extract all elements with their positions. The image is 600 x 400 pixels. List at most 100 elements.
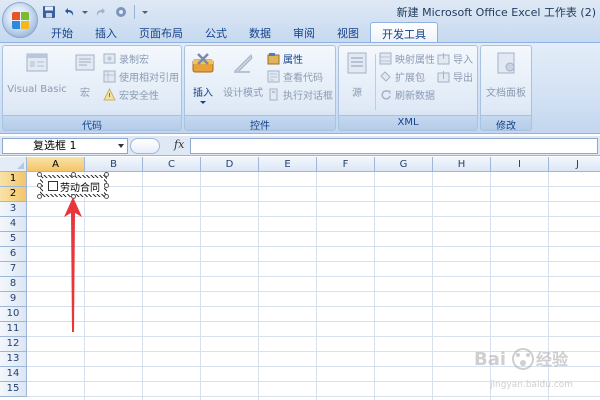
row-header-4[interactable]: 4 — [0, 217, 27, 232]
macro-security-button[interactable]: 宏安全性 — [103, 86, 159, 102]
tab-home[interactable]: 开始 — [40, 22, 84, 42]
redo-icon[interactable] — [94, 5, 108, 19]
refresh-data-button[interactable]: 刷新数据 — [379, 86, 435, 102]
resize-handle-top-left[interactable] — [37, 172, 42, 177]
office-button[interactable] — [2, 2, 38, 38]
formula-input[interactable] — [190, 138, 598, 154]
checkbox-square[interactable] — [48, 181, 58, 191]
record-macro-button[interactable]: 录制宏 — [103, 50, 149, 66]
row-header-6[interactable]: 6 — [0, 247, 27, 262]
xml-separator — [375, 54, 376, 110]
ribbon-tabs: 开始 插入 页面布局 公式 数据 审阅 视图 开发工具 — [40, 22, 438, 42]
row-gridline — [27, 231, 600, 232]
svg-text:Bai: Bai — [474, 349, 506, 370]
macro-button[interactable]: 宏 — [69, 50, 101, 99]
column-header-i[interactable]: I — [491, 157, 549, 172]
relative-reference-icon — [103, 70, 116, 83]
row-header-9[interactable]: 9 — [0, 292, 27, 307]
tab-view[interactable]: 视图 — [326, 22, 370, 42]
resize-handle-left[interactable] — [37, 183, 42, 188]
export-button[interactable]: 导出 — [437, 68, 473, 84]
run-dialog-label: 执行对话框 — [283, 90, 333, 102]
group-xml-label: XML — [339, 115, 477, 130]
column-header-g[interactable]: G — [375, 157, 433, 172]
group-controls: 插入 设计模式 属性 查看代码 执行对话框 控件 — [184, 45, 336, 132]
properties-button[interactable]: 属性 — [267, 50, 303, 66]
column-header-h[interactable]: H — [433, 157, 491, 172]
select-all-corner[interactable] — [0, 157, 27, 172]
macro-icon — [72, 50, 98, 76]
xml-source-button[interactable]: 源 — [341, 50, 373, 99]
undo-dropdown-icon[interactable] — [82, 5, 88, 19]
name-box-dropdown-icon[interactable] — [118, 144, 124, 148]
map-properties-icon — [379, 52, 392, 65]
row-gridline — [27, 246, 600, 247]
tab-insert[interactable]: 插入 — [84, 22, 128, 42]
visual-basic-icon — [24, 50, 50, 76]
document-panel-button[interactable]: 文档面板 — [482, 50, 530, 99]
row-header-5[interactable]: 5 — [0, 232, 27, 247]
expansion-pack-button[interactable]: 扩展包 — [379, 68, 425, 84]
select-all-icon — [17, 162, 24, 169]
run-dialog-button[interactable]: 执行对话框 — [267, 86, 333, 102]
red-arrow-annotation — [64, 197, 82, 332]
formula-bar-expand-icon[interactable] — [130, 138, 160, 154]
tab-data[interactable]: 数据 — [238, 22, 282, 42]
design-mode-label: 设计模式 — [223, 88, 263, 99]
group-code-label: 代码 — [3, 115, 181, 132]
resize-handle-top[interactable] — [71, 172, 76, 177]
column-header-c[interactable]: C — [143, 157, 201, 172]
row-header-13[interactable]: 13 — [0, 352, 27, 367]
column-header-b[interactable]: B — [85, 157, 143, 172]
row-header-8[interactable]: 8 — [0, 277, 27, 292]
row-header-7[interactable]: 7 — [0, 262, 27, 277]
title-bar: 新建 Microsoft Office Excel 工作表 (2) 开始 插入 … — [0, 0, 600, 42]
resize-handle-right[interactable] — [104, 183, 109, 188]
window-title: 新建 Microsoft Office Excel 工作表 (2) — [396, 6, 596, 19]
import-label: 导入 — [453, 54, 473, 66]
document-panel-label: 文档面板 — [486, 88, 526, 99]
toolbox-icon — [190, 50, 216, 76]
row-gridline — [27, 291, 600, 292]
import-button[interactable]: 导入 — [437, 50, 473, 66]
macro-security-label: 宏安全性 — [119, 90, 159, 102]
design-mode-button[interactable]: 设计模式 — [221, 50, 265, 99]
warning-icon — [103, 87, 116, 101]
view-code-button[interactable]: 查看代码 — [267, 68, 323, 84]
row-header-15[interactable]: 15 — [0, 382, 27, 397]
row-header-2[interactable]: 2 — [0, 187, 27, 202]
quick-access-toolbar — [42, 3, 149, 21]
tab-page-layout[interactable]: 页面布局 — [128, 22, 194, 42]
row-header-12[interactable]: 12 — [0, 337, 27, 352]
resize-handle-bottom-right[interactable] — [104, 194, 109, 199]
row-gridline — [27, 276, 600, 277]
column-header-a[interactable]: A — [27, 157, 85, 172]
visual-basic-button[interactable]: Visual Basic — [5, 50, 69, 95]
tab-formulas[interactable]: 公式 — [194, 22, 238, 42]
insert-function-button[interactable]: fx — [174, 138, 184, 151]
column-header-f[interactable]: F — [317, 157, 375, 172]
column-header-j[interactable]: J — [549, 157, 600, 172]
row-header-11[interactable]: 11 — [0, 322, 27, 337]
row-gridline — [27, 186, 600, 187]
column-header-d[interactable]: D — [201, 157, 259, 172]
design-mode-icon — [230, 50, 256, 76]
tab-review[interactable]: 审阅 — [282, 22, 326, 42]
column-header-e[interactable]: E — [259, 157, 317, 172]
name-box[interactable]: 复选框 1 — [2, 138, 128, 154]
undo-icon[interactable] — [62, 5, 76, 19]
row-header-14[interactable]: 14 — [0, 367, 27, 382]
row-header-3[interactable]: 3 — [0, 202, 27, 217]
qat-more-icon[interactable] — [141, 5, 149, 19]
export-label: 导出 — [453, 72, 473, 84]
tab-developer[interactable]: 开发工具 — [370, 22, 438, 42]
save-icon[interactable] — [42, 5, 56, 19]
customize-qat-icon[interactable] — [114, 5, 128, 19]
map-properties-button[interactable]: 映射属性 — [379, 50, 435, 66]
insert-control-button[interactable]: 插入 — [187, 50, 219, 104]
row-header-10[interactable]: 10 — [0, 307, 27, 322]
relative-reference-button[interactable]: 使用相对引用 — [103, 68, 179, 84]
row-header-1[interactable]: 1 — [0, 172, 27, 187]
resize-handle-top-right[interactable] — [104, 172, 109, 177]
resize-handle-bottom-left[interactable] — [37, 194, 42, 199]
